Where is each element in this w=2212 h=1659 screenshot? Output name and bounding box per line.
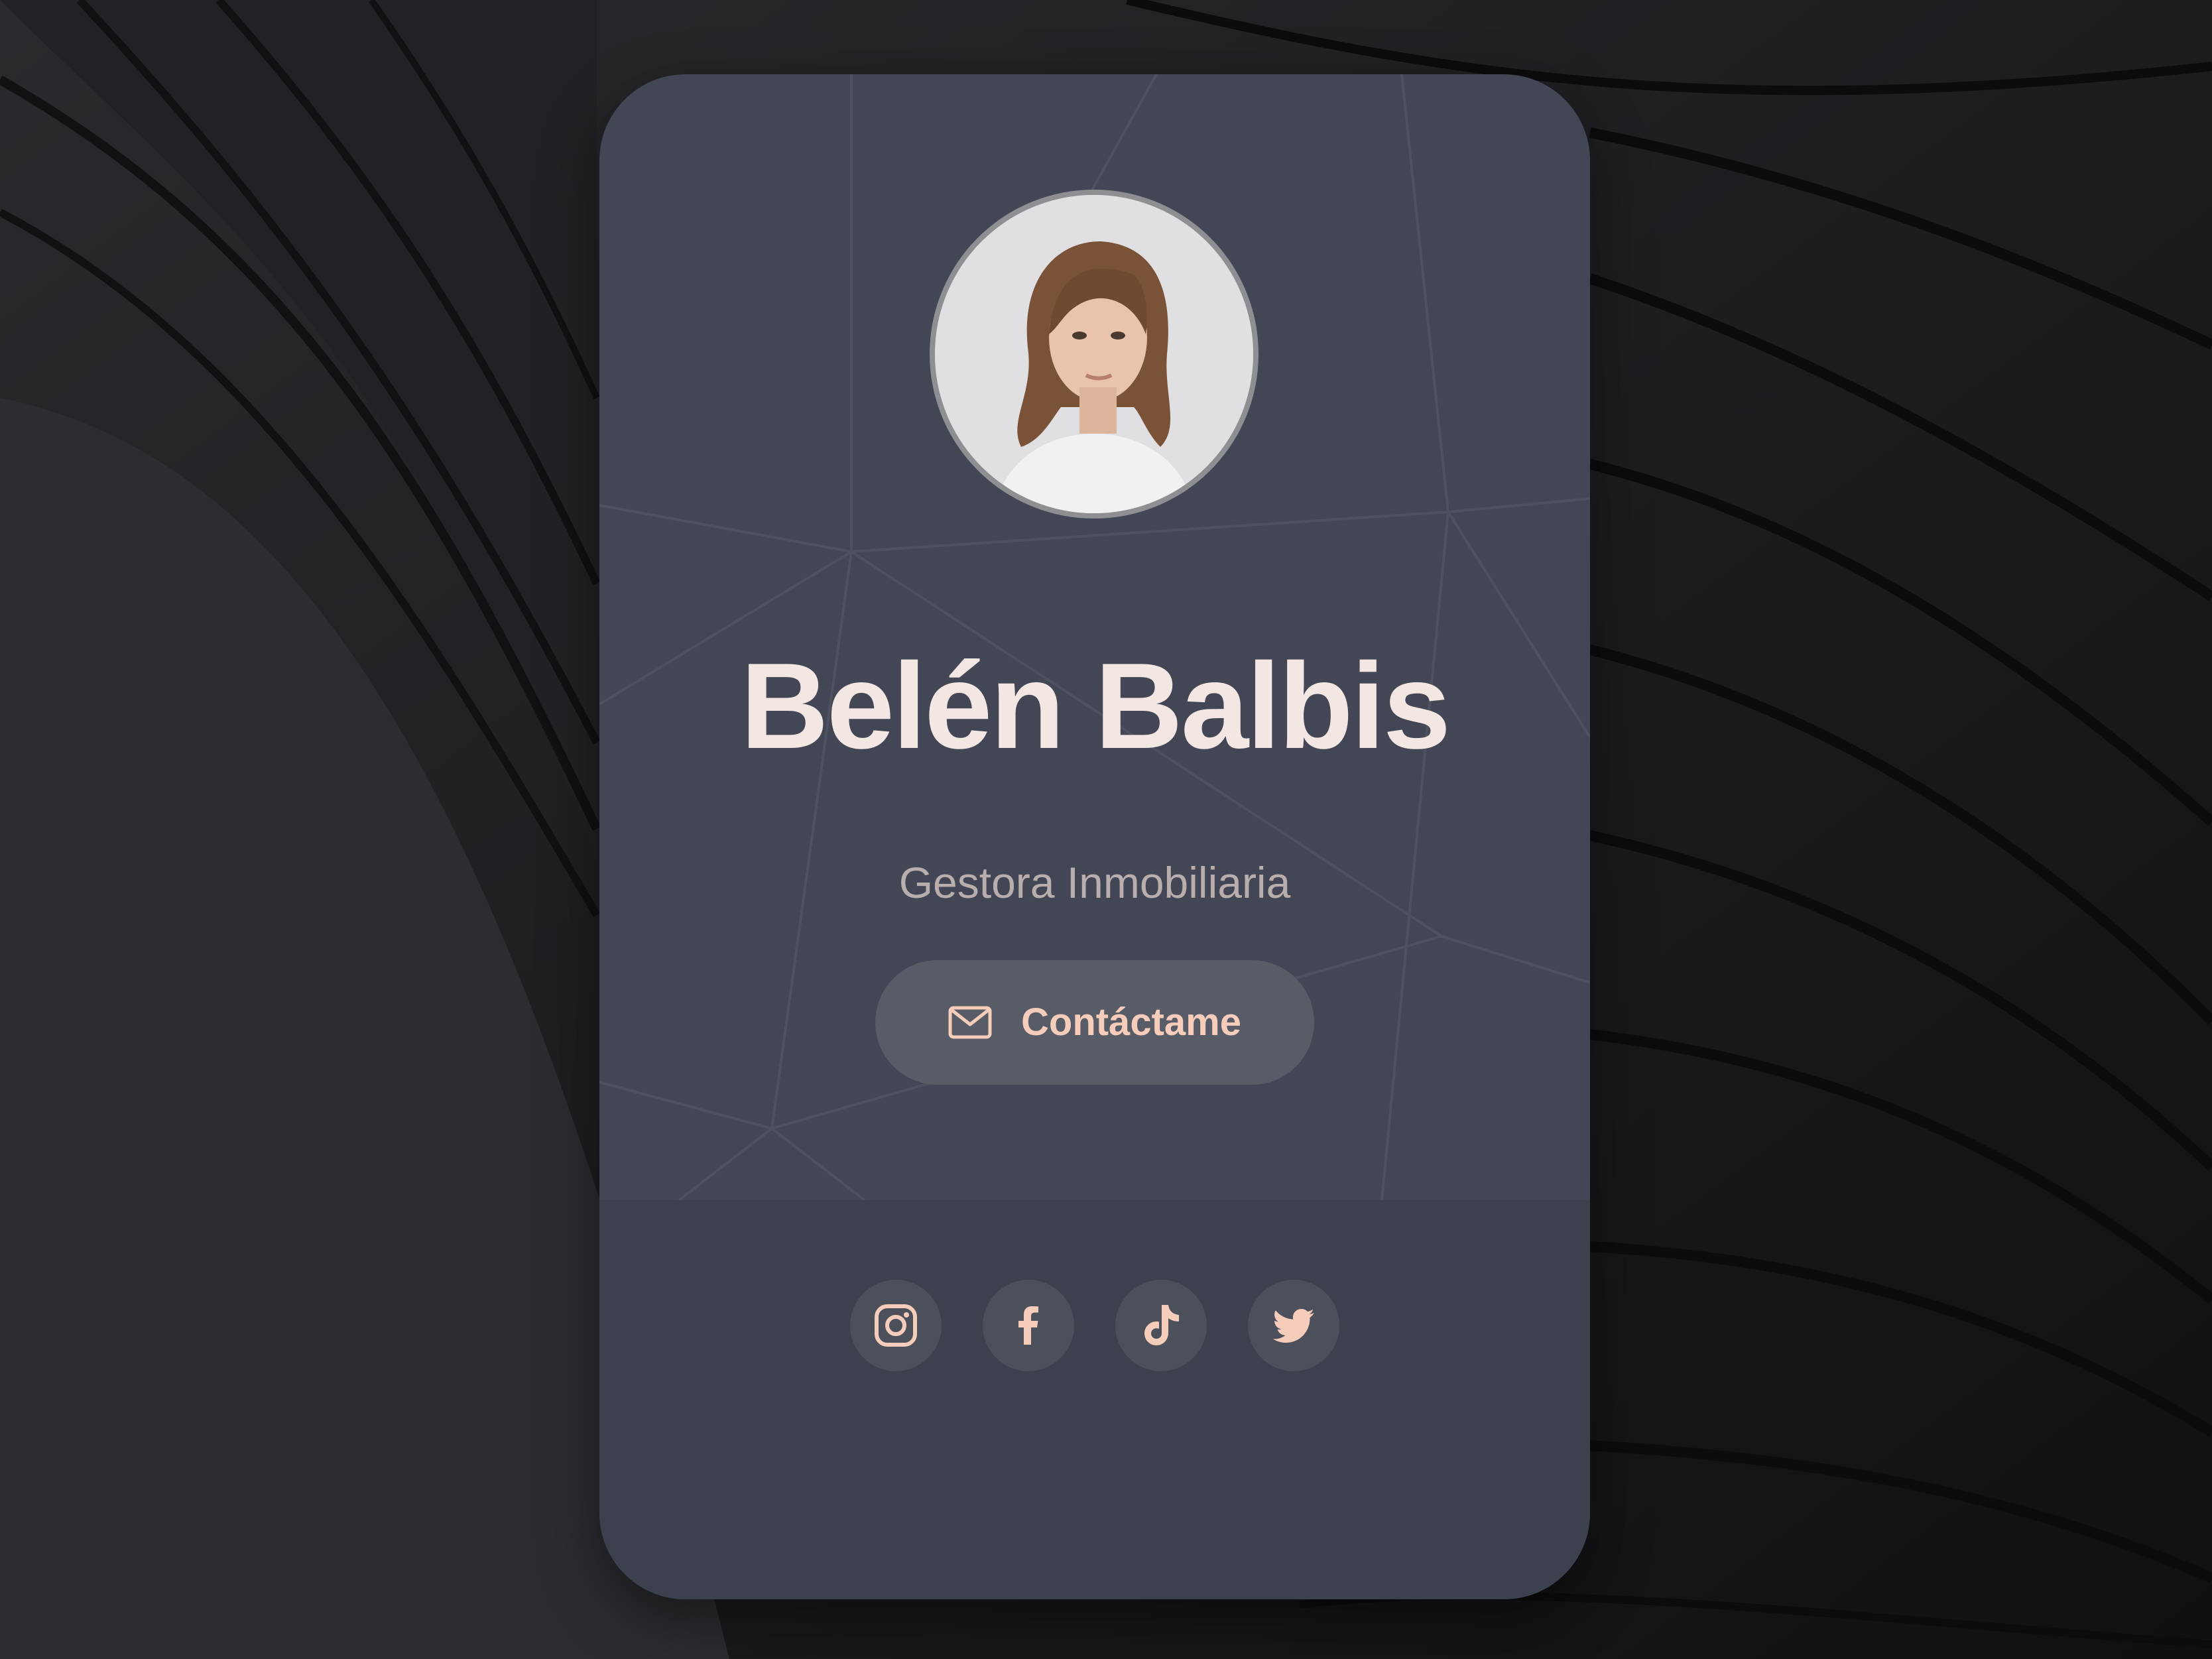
avatar: [930, 190, 1259, 519]
card-footer: [599, 1200, 1590, 1599]
twitter-icon: [1272, 1309, 1314, 1343]
profile-name: Belén Balbis: [740, 637, 1451, 774]
facebook-icon: [1018, 1306, 1038, 1345]
tiktok-icon: [1144, 1305, 1179, 1345]
tiktok-link[interactable]: [1115, 1280, 1207, 1371]
page-background: Belén Balbis Gestora Inmobiliaria Contác…: [0, 0, 2212, 1659]
instagram-icon: [875, 1304, 917, 1347]
profile-card: Belén Balbis Gestora Inmobiliaria Contác…: [599, 74, 1590, 1599]
social-links: [599, 1280, 1590, 1371]
portrait-photo: [935, 195, 1253, 513]
contact-button[interactable]: Contáctame: [875, 960, 1314, 1085]
instagram-link[interactable]: [850, 1280, 942, 1371]
twitter-link[interactable]: [1248, 1280, 1339, 1371]
profile-role: Gestora Inmobiliaria: [898, 858, 1291, 907]
contact-button-label: Contáctame: [1021, 1001, 1241, 1044]
facebook-link[interactable]: [983, 1280, 1074, 1371]
mail-icon: [948, 1006, 992, 1039]
